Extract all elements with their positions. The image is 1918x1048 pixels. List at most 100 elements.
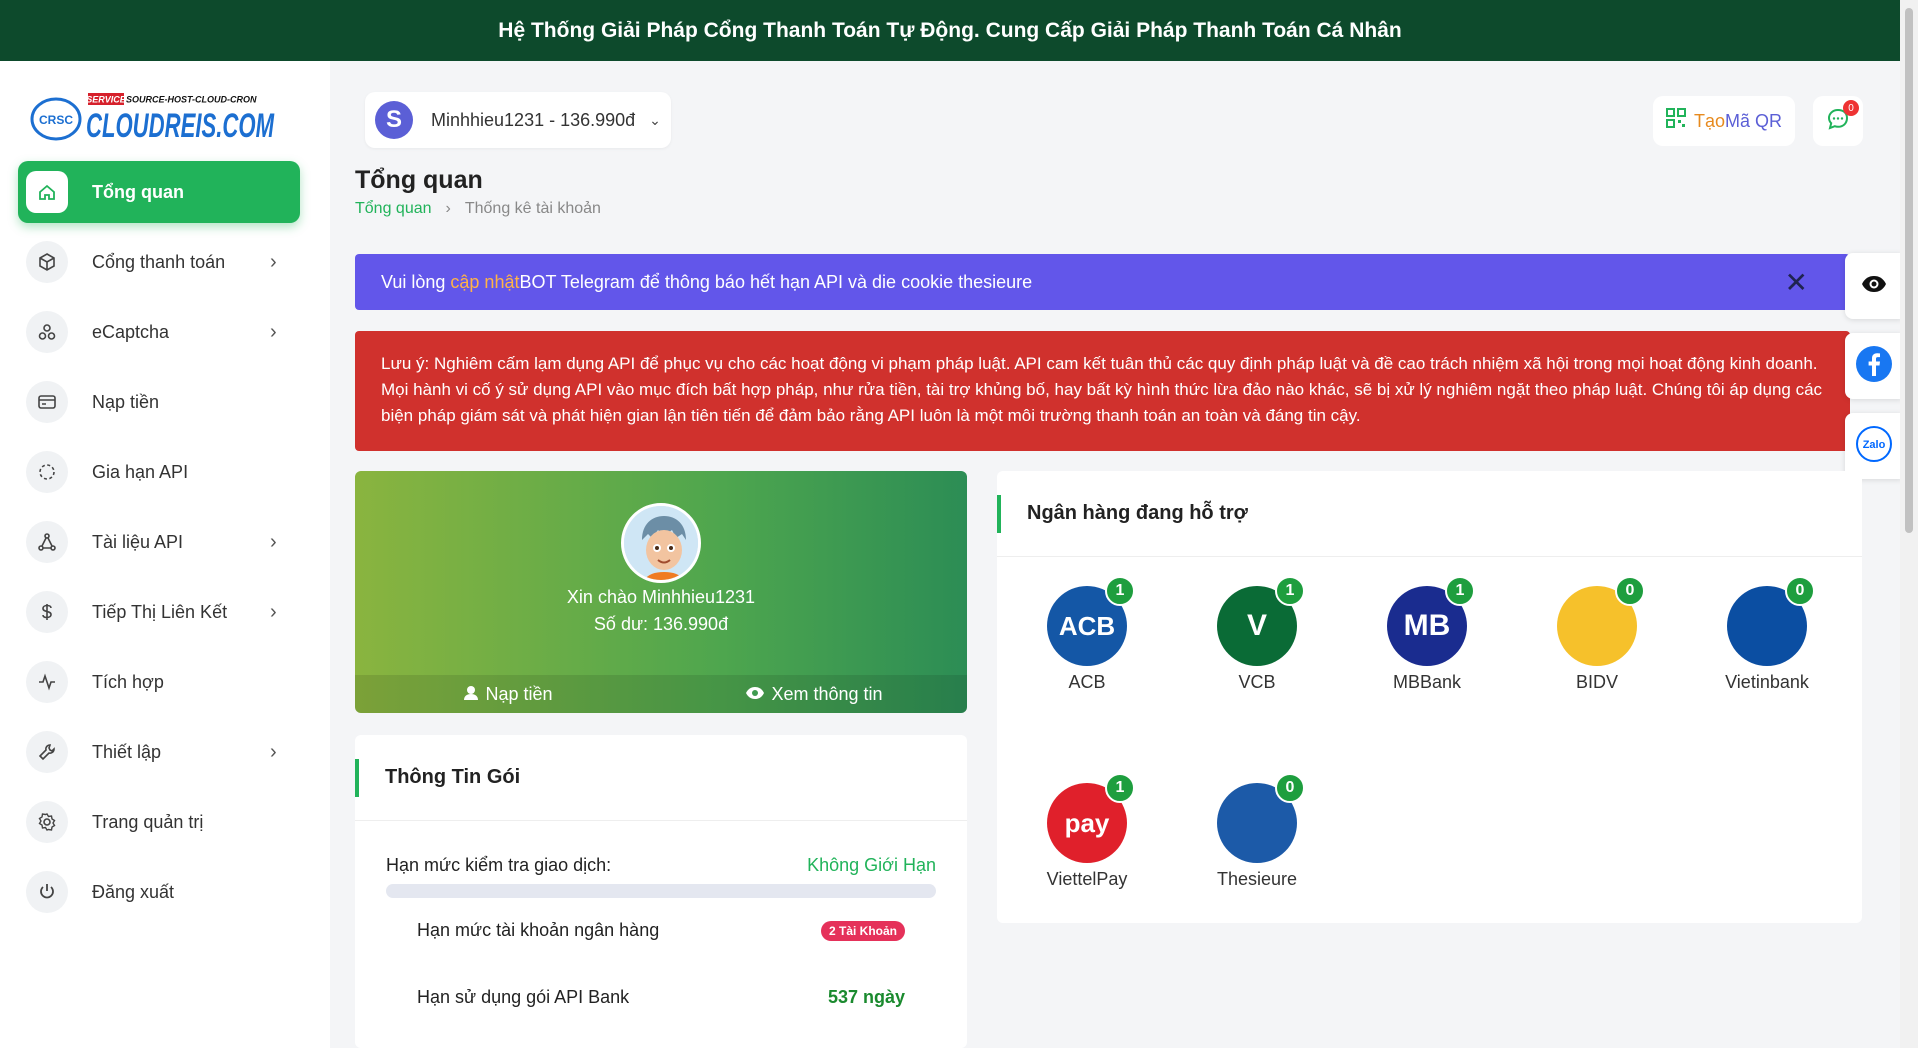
- bank-item[interactable]: MB 1 MBBank: [1367, 576, 1487, 693]
- bank-limit-label: Hạn mức tài khoản ngân hàng: [417, 920, 660, 940]
- view-info-label: Xem thông tin: [771, 683, 883, 704]
- bank-logo-text: MB: [1404, 609, 1451, 642]
- box-icon: [26, 241, 68, 283]
- facebook-button[interactable]: [1845, 333, 1902, 399]
- bank-limit-badge: 2 Tài Khoản: [820, 920, 905, 941]
- facebook-icon: [1855, 345, 1893, 388]
- check-limit-label: Hạn mức kiểm tra giao dịch:: [386, 855, 612, 875]
- eye-button[interactable]: [1845, 253, 1902, 319]
- logo-mark: CRSC: [39, 113, 73, 127]
- bank-count-badge: 0: [1275, 773, 1305, 803]
- account-selector[interactable]: S Minhhieu1231 - 136.990đ ⌄: [365, 92, 671, 148]
- sidebar-item-8[interactable]: Thiết lập ›: [18, 721, 300, 783]
- sidebar-item-6[interactable]: Tiếp Thị Liên Kết ›: [18, 581, 300, 643]
- bank-item[interactable]: V 1 VCB: [1197, 576, 1317, 693]
- chevron-right-icon: ›: [270, 250, 277, 273]
- welcome-card: Xin chào Minhhieu1231 Số dư: 136.990đ Nạ…: [355, 471, 967, 713]
- banks-card: Ngân hàng đang hỗ trợ ACB 1 ACB V 1 VCB MB 1 MBB…: [997, 471, 1862, 923]
- avatar: S: [375, 101, 413, 139]
- zalo-icon: Zalo: [1855, 425, 1893, 468]
- bank-logo: 0: [1727, 576, 1815, 666]
- bank-name: BIDV: [1575, 672, 1618, 692]
- bank-name: ACB: [1068, 672, 1106, 692]
- bank-name: VCB: [1238, 672, 1276, 692]
- api-usage-value: 537 ngày: [827, 987, 905, 1007]
- eye-icon: [745, 684, 765, 705]
- bank-item[interactable]: 0 Vietinbank: [1707, 576, 1827, 693]
- breadcrumb-home[interactable]: Tổng quan: [355, 200, 432, 218]
- bank-logo: pay 1: [1047, 773, 1135, 863]
- sidebar-item-label: Gia hạn API: [92, 461, 189, 482]
- qr-code-icon: [1665, 108, 1686, 134]
- sidebar-item-0[interactable]: Tổng quan: [18, 161, 300, 223]
- telegram-alert-suffix: BOT Telegram để thông báo hết hạn API và…: [519, 271, 1033, 292]
- bank-logo: ACB 1: [1047, 576, 1135, 666]
- sidebar-item-10[interactable]: Đăng xuất: [18, 861, 300, 923]
- sidebar-item-label: Thiết lập: [92, 741, 162, 762]
- bank-name: Thesieure: [1216, 869, 1298, 889]
- activity-icon: [26, 661, 68, 703]
- update-link[interactable]: cập nhật: [450, 272, 519, 293]
- breadcrumb: Tổng quan › Thống kê tài khoản: [355, 200, 601, 218]
- bank-count-badge: 1: [1105, 576, 1135, 606]
- bank-logo: 0: [1217, 773, 1305, 863]
- account-selector-label: Minhhieu1231 - 136.990đ: [431, 109, 636, 130]
- bank-item[interactable]: pay 1 ViettelPay: [1027, 773, 1147, 890]
- bank-item[interactable]: 0 Thesieure: [1197, 773, 1317, 890]
- scrollbar-thumb[interactable]: [1905, 8, 1913, 533]
- sidebar-item-5[interactable]: Tài liệu API ›: [18, 511, 300, 573]
- sidebar-nav: Tổng quan Cổng thanh toán › eCaptcha › Nạp ti…: [18, 161, 300, 931]
- bank-name: ViettelPay: [1046, 869, 1128, 889]
- user-icon: [463, 684, 479, 705]
- credit-card-icon: [26, 381, 68, 423]
- bank-item[interactable]: 0 BIDV: [1537, 576, 1657, 693]
- sidebar-item-1[interactable]: Cổng thanh toán ›: [18, 231, 300, 293]
- chevron-down-icon: ⌄: [649, 111, 661, 128]
- sidebar-item-label: Đăng xuất: [92, 881, 175, 902]
- chevron-right-icon: ›: [270, 600, 277, 623]
- bank-count-badge: 0: [1615, 576, 1645, 606]
- sidebar-item-9[interactable]: Trang quản trị: [18, 791, 300, 853]
- dollar-icon: [26, 591, 68, 633]
- check-limit-row: Hạn mức kiểm tra giao dịch: Không Giới H…: [386, 855, 936, 876]
- home-icon: [26, 171, 68, 213]
- sidebar-item-label: Tiếp Thị Liên Kết: [92, 601, 228, 622]
- package-card: Thông Tin Gói Hạn mức kiểm tra giao dịch…: [355, 735, 967, 1048]
- chat-button[interactable]: 0: [1813, 96, 1863, 146]
- wrench-icon: [26, 731, 68, 773]
- breadcrumb-current: Thống kê tài khoản: [464, 200, 601, 217]
- bank-count-badge: 1: [1105, 773, 1135, 803]
- package-title: Thông Tin Gói: [355, 735, 967, 821]
- scrollbar[interactable]: [1900, 0, 1918, 1048]
- sidebar-item-4[interactable]: Gia hạn API: [18, 441, 300, 503]
- top-banner: Hệ Thống Giải Pháp Cổng Thanh Toán Tự Độ…: [0, 0, 1900, 61]
- deposit-button[interactable]: Nạp tiền: [355, 675, 661, 713]
- view-info-button[interactable]: Xem thông tin: [661, 675, 967, 713]
- sidebar-item-label: Cổng thanh toán: [92, 251, 226, 272]
- sidebar-item-label: Nạp tiền: [92, 391, 160, 412]
- bank-logo-text: ACB: [1059, 611, 1115, 641]
- sidebar-item-3[interactable]: Nạp tiền: [18, 371, 300, 433]
- sidebar-item-2[interactable]: eCaptcha ›: [18, 301, 300, 363]
- telegram-alert-prefix: Vui lòng: [381, 271, 446, 292]
- zalo-button[interactable]: Zalo: [1845, 413, 1902, 479]
- logo[interactable]: CRSC SERVICE SOURCE-HOST-CLOUD-CRON CLOU…: [30, 85, 280, 145]
- api-usage-row: Hạn sử dụng gói API Bank 537 ngày: [417, 987, 905, 1008]
- greeting: Xin chào Minhhieu1231: [566, 587, 756, 607]
- bank-count-badge: 1: [1445, 576, 1475, 606]
- bank-item[interactable]: ACB 1 ACB: [1027, 576, 1147, 693]
- sidebar-item-7[interactable]: Tích hợp: [18, 651, 300, 713]
- api-usage-label: Hạn sử dụng gói API Bank: [417, 987, 630, 1007]
- logo-text: CLOUDREIS.COM: [86, 107, 274, 145]
- power-icon: [26, 871, 68, 913]
- deposit-label: Nạp tiền: [485, 683, 553, 704]
- bank-logo: MB 1: [1387, 576, 1475, 666]
- chevron-right-icon: ›: [270, 320, 277, 343]
- create-qr-label: Mã QR: [1725, 110, 1783, 131]
- chevron-right-icon: ›: [270, 740, 277, 763]
- create-qr-button[interactable]: Tạo Mã QR: [1653, 96, 1795, 146]
- sidebar: CRSC SERVICE SOURCE-HOST-CLOUD-CRON CLOU…: [0, 61, 330, 1048]
- close-icon[interactable]: ✕: [1785, 266, 1808, 299]
- balance: Số dư: 136.990đ: [593, 614, 729, 634]
- telegram-alert: Vui lòng cập nhật BOT Telegram để thông …: [355, 254, 1850, 310]
